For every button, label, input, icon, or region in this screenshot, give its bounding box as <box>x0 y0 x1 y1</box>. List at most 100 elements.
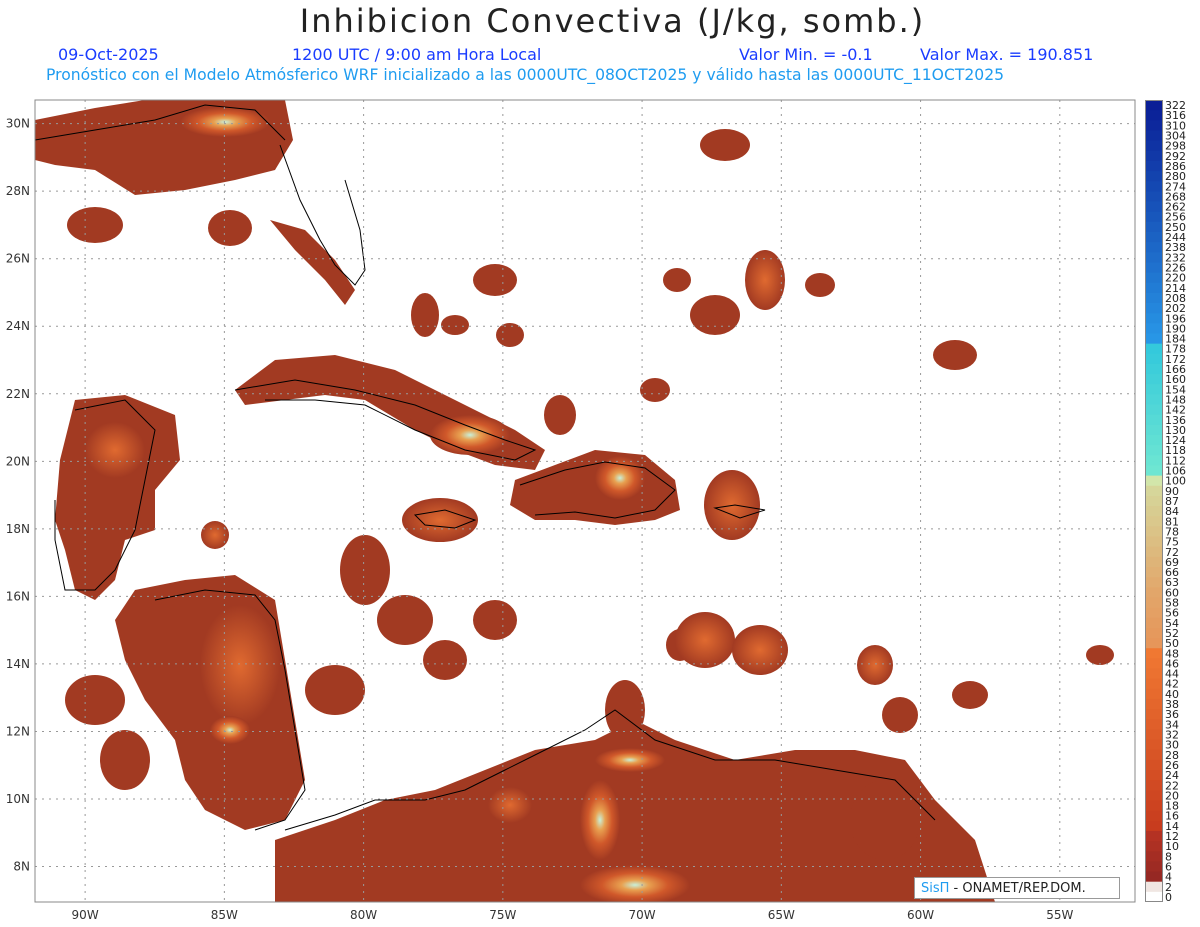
lat-tick-label: 24N <box>6 319 30 333</box>
blob-cell <box>952 681 988 709</box>
region-jamaica <box>402 498 478 542</box>
colorbar-swatch <box>1145 658 1163 670</box>
blob-cell <box>857 645 893 685</box>
colorbar-swatch <box>1145 749 1163 761</box>
lat-tick-label: 18N <box>6 522 30 536</box>
colorbar-swatch <box>1145 435 1163 446</box>
lon-tick-label: 65W <box>768 908 795 922</box>
colorbar-swatch <box>1145 353 1163 365</box>
lat-tick-label: 12N <box>6 724 30 738</box>
colorbar-swatch <box>1145 485 1163 497</box>
colorbar-swatch <box>1145 759 1163 771</box>
colorbar-swatch <box>1145 404 1163 416</box>
blob-cell <box>882 697 918 733</box>
blob-cell <box>473 600 517 640</box>
hot-spot-maracaibo <box>580 780 620 860</box>
colorbar-swatch <box>1145 120 1163 131</box>
lon-tick-label: 60W <box>907 908 934 922</box>
blob-cell <box>745 250 785 310</box>
hot-spot-venezuela <box>595 748 665 772</box>
max-value-label: Valor Max. = 190.851 <box>920 45 1094 64</box>
colorbar-swatch <box>1145 262 1163 274</box>
colorbar-swatch <box>1145 861 1163 873</box>
colorbar-swatch <box>1145 871 1163 883</box>
colorbar-swatch <box>1145 719 1163 730</box>
blob-cell <box>340 535 390 605</box>
colorbar-swatch <box>1145 820 1163 832</box>
blob-cell <box>675 612 735 668</box>
blob-cell <box>690 295 740 335</box>
colorbar-swatch <box>1145 780 1163 791</box>
blob-cell <box>411 293 439 337</box>
colorbar-swatch <box>1145 607 1163 619</box>
colorbar-swatch <box>1145 830 1163 842</box>
colorbar-swatch <box>1145 211 1163 223</box>
colorbar-swatch <box>1145 201 1163 213</box>
colorbar-swatch <box>1145 100 1163 111</box>
region-florida <box>270 220 355 305</box>
colorbar-swatch <box>1145 800 1163 812</box>
colorbar-swatch <box>1145 688 1163 700</box>
colorbar-swatch <box>1145 566 1163 578</box>
blob-cell <box>544 395 576 435</box>
colorbar-swatch <box>1145 292 1163 304</box>
lat-tick-label: 10N <box>6 792 30 806</box>
colorbar-swatch <box>1145 394 1163 406</box>
blob-cell <box>663 268 691 292</box>
colorbar-swatch <box>1145 191 1163 203</box>
lon-tick-label: 70W <box>629 908 656 922</box>
colorbar-level-label: 0 <box>1165 891 1172 904</box>
hot-spot-cuba <box>430 415 510 455</box>
colorbar-swatch <box>1145 465 1163 477</box>
lon-tick-label: 85W <box>211 908 238 922</box>
lat-tick-label: 30N <box>6 117 30 131</box>
hot-spot-honduras <box>200 605 280 725</box>
colorbar-swatch <box>1145 384 1163 395</box>
colorbar-swatch <box>1145 526 1163 538</box>
lat-tick-label: 26N <box>6 252 30 266</box>
colorbar-swatch <box>1145 516 1163 527</box>
colorbar-swatch <box>1145 739 1163 751</box>
colorbar-swatch <box>1145 587 1163 598</box>
blob-cell <box>473 264 517 296</box>
colorbar-swatch <box>1145 343 1163 355</box>
hot-spot-nicaragua <box>210 716 250 744</box>
lat-tick-label: 8N <box>13 860 30 874</box>
brand-logo: SisΠ <box>921 881 950 896</box>
colorbar-swatch <box>1145 577 1163 588</box>
lat-tick-label: 14N <box>6 657 30 671</box>
colorbar-swatch <box>1145 445 1163 456</box>
colorbar-swatch <box>1145 556 1163 568</box>
region-cuba <box>235 355 545 470</box>
blob-cell <box>201 521 229 549</box>
colorbar-labels: 3223163103042982922862802742682622562502… <box>1165 99 1186 904</box>
forecast-description: Pronóstico con el Modelo Atmósferico WRF… <box>46 66 1005 84</box>
colorbar-swatch <box>1145 851 1163 862</box>
blob-cell <box>496 323 524 347</box>
lon-tick-label: 90W <box>72 908 99 922</box>
lon-tick-label: 75W <box>489 908 516 922</box>
colorbar-swatch <box>1145 303 1163 314</box>
map-plot-area <box>35 100 1135 902</box>
colorbar-swatch <box>1145 171 1163 182</box>
blob-cell <box>305 665 365 715</box>
lat-tick-label: 16N <box>6 589 30 603</box>
org-label: - ONAMET/REP.DOM. <box>949 881 1086 896</box>
colorbar-swatch <box>1145 455 1163 466</box>
colorbar-swatch <box>1145 181 1163 192</box>
colorbar-swatch <box>1145 221 1163 233</box>
colorbar-swatch <box>1145 729 1163 741</box>
colorbar-swatch <box>1145 810 1163 822</box>
colorbar-swatch <box>1145 282 1163 294</box>
colorbar-swatch <box>1145 252 1163 263</box>
lat-tick-label: 20N <box>6 454 30 468</box>
colorbar-swatch <box>1145 110 1163 121</box>
colorbar-swatch <box>1145 546 1163 558</box>
hot-spot-colombia <box>488 787 532 823</box>
colorbar-swatch <box>1145 638 1163 649</box>
colorbar-swatch <box>1145 770 1163 781</box>
colorbar-swatch <box>1145 333 1163 345</box>
colorbar-swatch <box>1145 323 1163 334</box>
colorbar-swatch <box>1145 617 1163 629</box>
colorbar-swatch <box>1145 414 1163 426</box>
